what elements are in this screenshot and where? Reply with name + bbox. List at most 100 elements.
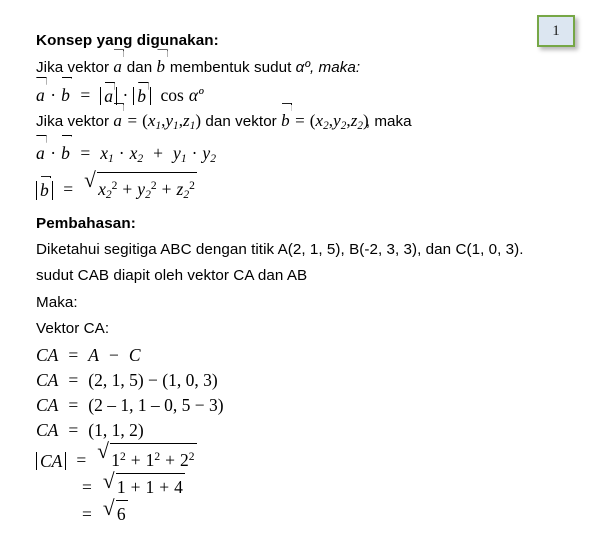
equals-sign: = — [80, 142, 91, 163]
solution-heading: Pembahasan: — [36, 214, 136, 232]
x-symbol: x — [100, 142, 108, 163]
digit-four: 4 — [174, 476, 183, 497]
square-root: √ x22 + y22 + z22 — [84, 168, 197, 208]
ca-step-3-rhs: (2 – 1, 1 – 0, 5 − 3) — [88, 394, 224, 415]
equals-sign: = — [68, 344, 79, 365]
given-line: Diketahui segitiga ABC dengan titik A(2,… — [36, 241, 524, 259]
superscript-2: 2 — [189, 180, 195, 193]
equals-sign: = — [82, 476, 92, 497]
x-symbol: x — [315, 111, 324, 131]
equals-sign: = — [63, 179, 74, 200]
plus-sign: + — [165, 449, 175, 470]
magnitude-ca-step-1: CA = √ 12 +12 +22 — [36, 438, 576, 473]
radicand: 1 +1 +4 — [115, 472, 185, 500]
magnitude-b-bars: b — [36, 180, 54, 201]
magnitude-a-bars: a — [100, 85, 118, 106]
magnitude-ca-step-2: = √ 1 +1 +4 — [36, 468, 576, 500]
superscript-2: 2 — [154, 450, 161, 463]
subscript-2: 2 — [137, 152, 144, 165]
point-a-symbol: A — [88, 344, 99, 365]
vector-a-symbol: a — [113, 54, 122, 80]
ca-symbol: CA — [36, 369, 59, 390]
radical-icon: √ — [102, 468, 115, 493]
ca-step-3: CA = (2 – 1, 1 – 0, 5 − 3) — [36, 393, 576, 418]
maka-label: Maka: — [36, 293, 78, 311]
coords-intro-mid: dan vektor — [205, 113, 277, 131]
vector-a-symbol: a — [113, 108, 122, 134]
y-symbol: y — [333, 111, 341, 131]
ca-symbol: CA — [36, 394, 59, 415]
concept-intro-pre: Jika vektor — [36, 59, 110, 77]
plus-sign: + — [153, 142, 164, 163]
magnitude-ca-step-3: = √ 6 — [36, 495, 576, 527]
radicand: 12 +12 +22 — [110, 442, 197, 473]
ca-step-4-rhs: (1, 1, 2) — [88, 419, 144, 440]
subscript-1: 1 — [107, 152, 114, 165]
equals-sign: = — [76, 449, 87, 470]
digit-one: 1 — [116, 476, 126, 497]
dot-operator: · — [122, 84, 129, 105]
vector-b-symbol: b — [137, 85, 147, 106]
equals-sign: = — [80, 84, 91, 105]
cos-label: cos — [160, 84, 184, 105]
maka-trailing: maka — [374, 113, 412, 131]
radical-icon: √ — [97, 438, 109, 463]
vector-b-symbol: b — [61, 140, 70, 166]
dot-operator: · — [50, 142, 57, 163]
paren-close: ) — [195, 111, 202, 131]
formula-magnitude-b: b = √ x22 + y22 + z22 — [36, 168, 576, 208]
ca-step-1: CA = A − C — [36, 343, 576, 368]
digit-one: 1 — [111, 449, 120, 470]
vector-b-symbol: b — [157, 54, 166, 80]
vektor-ca-label: Vektor CA: — [36, 320, 110, 338]
equals-sign: = — [295, 111, 305, 131]
ca-symbol: CA — [40, 450, 63, 471]
dot-operator: · — [191, 142, 198, 163]
alpha-degrees-symbol: αº, maka: — [295, 59, 361, 77]
angle-line: sudut CAB diapit oleh vektor CA dan AB — [36, 267, 308, 285]
plus-sign: + — [130, 476, 141, 497]
ca-symbol: CA — [36, 344, 59, 365]
slide-page: 1 Konsep yang digunakan: Jika vektor a d… — [0, 0, 601, 534]
plus-sign: + — [122, 179, 133, 200]
coords-intro-line: Jika vektor a = (x1,y1,z1) dan vektor b = (x… — [36, 108, 576, 140]
magnitude-ca-bars: CA — [36, 450, 67, 471]
y-symbol: y — [173, 142, 181, 163]
vector-b-symbol: b — [40, 180, 49, 201]
z-symbol: z — [183, 111, 190, 131]
equals-sign: = — [127, 111, 138, 131]
dot-operator: · — [50, 84, 57, 105]
concept-intro-mid: dan — [126, 59, 153, 77]
radical-icon: √ — [102, 495, 115, 520]
vector-a-symbol: a — [36, 140, 45, 166]
minus-sign: − — [108, 344, 119, 365]
dot-operator: · — [118, 142, 125, 163]
x-symbol: x — [98, 179, 106, 200]
radicand: 6 — [115, 499, 128, 527]
equals-sign: = — [68, 394, 79, 415]
y-symbol: y — [165, 111, 174, 131]
vector-b-symbol: b — [281, 108, 290, 134]
equals-sign: = — [68, 369, 79, 390]
concept-intro-line: Jika vektor a dan b membentuk sudut αº, … — [36, 54, 576, 81]
coords-intro-pre: Jika vektor — [36, 113, 110, 131]
ca-step-4: CA = (1, 1, 2) — [36, 418, 576, 443]
vector-a-symbol: a — [104, 85, 113, 106]
plus-sign: + — [161, 179, 172, 200]
alpha-degrees-symbol: αº — [188, 84, 204, 105]
concept-intro-post: membentuk sudut — [169, 59, 292, 77]
superscript-2: 2 — [150, 180, 157, 193]
superscript-2: 2 — [188, 450, 195, 463]
radicand: x22 + y22 + z22 — [97, 172, 197, 208]
square-root: √ 6 — [102, 495, 128, 527]
square-root: √ 1 +1 +4 — [102, 468, 185, 500]
digit-one: 1 — [145, 476, 155, 497]
magnitude-b-bars: b — [133, 85, 151, 106]
vector-b-symbol: b — [61, 82, 70, 108]
y-symbol: y — [137, 179, 146, 200]
formula-components: a · b = x1 · x2 + y1 · y2 — [36, 140, 576, 173]
vector-a-symbol: a — [36, 82, 45, 108]
ca-symbol: CA — [36, 419, 59, 440]
radical-icon: √ — [84, 168, 96, 193]
equals-sign: = — [68, 419, 79, 440]
